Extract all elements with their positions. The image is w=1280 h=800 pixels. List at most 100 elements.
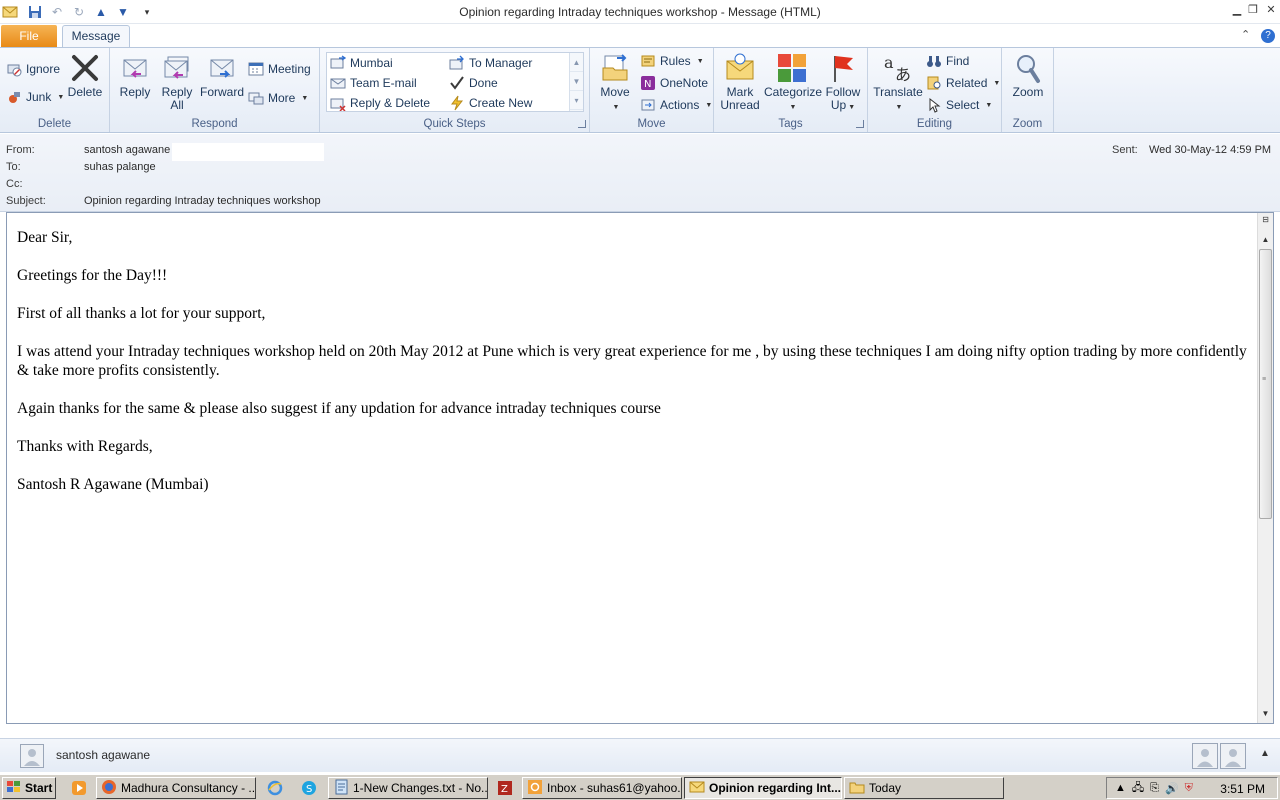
actions-icon: [640, 97, 656, 113]
expand-people-pane-icon[interactable]: ▲: [1260, 748, 1270, 759]
more-respond-button[interactable]: More ▼: [248, 89, 308, 107]
close-icon[interactable]: ✕: [1262, 2, 1280, 18]
move-button[interactable]: Move ▼: [596, 52, 634, 114]
move-group: Move ▼ Rules ▼ N OneNote Actions ▼ Move: [590, 48, 714, 132]
scroll-up-icon[interactable]: ▲: [570, 53, 583, 72]
vertical-scrollbar[interactable]: ⊟ ▲ ≡ ▼: [1257, 213, 1273, 723]
outlook-icon: [527, 779, 543, 798]
restore-icon[interactable]: ❐: [1244, 2, 1262, 18]
svg-text:a: a: [884, 53, 894, 72]
people-pane-name[interactable]: santosh agawane: [56, 748, 150, 762]
message-text: Dear Sir, Greetings for the Day!!! First…: [17, 228, 1247, 513]
filezilla-icon[interactable]: Z: [496, 779, 514, 797]
message-body[interactable]: Dear Sir, Greetings for the Day!!! First…: [6, 212, 1274, 724]
to-value[interactable]: suhas palange: [84, 161, 156, 173]
find-button[interactable]: Find: [926, 52, 969, 70]
taskbar-item-firefox[interactable]: Madhura Consultancy - ...: [96, 777, 256, 799]
network-icon[interactable]: 🖧: [1132, 779, 1144, 798]
show-hidden-icons-icon[interactable]: ▲: [1115, 782, 1126, 794]
ignore-button[interactable]: Ignore: [6, 60, 60, 78]
message-paragraph: First of all thanks a lot for your suppo…: [17, 305, 266, 322]
skype-icon[interactable]: S: [300, 779, 318, 797]
message-paragraph: Again thanks for the same & please also …: [17, 400, 661, 417]
respond-group-label: Respond: [191, 118, 238, 130]
split-handle-icon[interactable]: ⊟: [1258, 213, 1273, 227]
forward-button[interactable]: Forward: [200, 52, 244, 99]
people-thumbnail-2[interactable]: [1220, 743, 1246, 769]
quick-steps-gallery: Mumbai Team E-mail Reply & Delete To Man…: [326, 52, 584, 112]
cc-label: Cc:: [6, 178, 23, 190]
avatar[interactable]: [20, 744, 44, 768]
taskbar-item-notepad[interactable]: 1-New Changes.txt - No...: [328, 777, 488, 799]
clock[interactable]: 3:51 PM: [1220, 782, 1265, 796]
reply-all-button[interactable]: Reply All: [158, 52, 196, 112]
help-icon[interactable]: ?: [1261, 29, 1275, 43]
zoom-button[interactable]: Zoom: [1008, 52, 1048, 99]
expand-gallery-icon[interactable]: ▾: [570, 91, 583, 110]
taskbar-item-opinion-message[interactable]: Opinion regarding Int...: [684, 777, 842, 799]
editing-group: aあ Translate ▼ Find Related ▼ Select ▼ Edit…: [868, 48, 1002, 132]
taskbar: Start Madhura Consultancy - ... S 1-New …: [0, 774, 1280, 800]
translate-icon: aあ: [882, 52, 914, 84]
translate-button[interactable]: aあ Translate ▼: [872, 52, 924, 114]
checkmark-icon: [449, 75, 465, 91]
categorize-button[interactable]: Categorize ▼: [764, 52, 822, 114]
envelope-arrow-icon: [330, 55, 346, 71]
junk-button[interactable]: Junk ▼: [6, 88, 64, 106]
start-button[interactable]: Start: [2, 777, 56, 799]
binoculars-icon: [926, 53, 942, 69]
security-icon[interactable]: ⛨: [1185, 782, 1193, 795]
collapse-ribbon-icon[interactable]: ⌃: [1241, 28, 1250, 41]
quick-step-create-new[interactable]: Create New: [449, 94, 532, 112]
taskbar-item-today[interactable]: Today: [844, 777, 1004, 799]
tab-file[interactable]: File: [1, 25, 57, 47]
delete-group: Ignore Junk ▼ Delete Delete: [0, 48, 110, 132]
quick-step-team-email[interactable]: Team E-mail: [330, 74, 417, 92]
taskbar-item-inbox[interactable]: Inbox - suhas61@yahoo....: [522, 777, 682, 799]
safely-remove-icon[interactable]: ⎘: [1150, 782, 1159, 795]
svg-text:Z: Z: [501, 784, 508, 795]
quick-steps-scroll[interactable]: ▲ ▼ ▾: [569, 53, 583, 111]
windows-logo-icon: [6, 780, 22, 797]
svg-text:N: N: [644, 79, 651, 90]
from-value[interactable]: santosh agawane: [84, 144, 170, 156]
quick-step-to-manager[interactable]: To Manager: [449, 54, 532, 72]
scroll-up-arrow-icon[interactable]: ▲: [1258, 233, 1273, 247]
onenote-button[interactable]: N OneNote: [640, 74, 708, 92]
related-button[interactable]: Related ▼: [926, 74, 1000, 92]
delete-group-label: Delete: [37, 118, 72, 130]
follow-up-button[interactable]: Follow Up ▼: [822, 52, 864, 114]
mark-unread-icon: [724, 52, 756, 84]
quick-step-mumbai[interactable]: Mumbai: [330, 54, 393, 72]
svg-text:あ: あ: [895, 65, 911, 84]
internet-explorer-icon[interactable]: [266, 779, 284, 797]
magnifier-icon: [1012, 52, 1044, 84]
people-thumbnail-1[interactable]: [1192, 743, 1218, 769]
svg-text:S: S: [306, 784, 312, 795]
scroll-down-arrow-icon[interactable]: ▼: [1258, 707, 1273, 721]
delete-button[interactable]: Delete: [66, 52, 104, 99]
message-paragraph: Dear Sir,: [17, 229, 73, 246]
tab-message[interactable]: Message: [62, 25, 130, 48]
reply-icon: [119, 52, 151, 84]
quick-step-done[interactable]: Done: [449, 74, 498, 92]
redacted-address: [172, 143, 324, 161]
rules-button[interactable]: Rules ▼: [640, 52, 704, 70]
scroll-thumb[interactable]: ≡: [1259, 249, 1272, 519]
scroll-down-icon[interactable]: ▼: [570, 72, 583, 91]
meeting-button[interactable]: Meeting: [248, 60, 311, 78]
mark-unread-button[interactable]: Mark Unread: [718, 52, 762, 112]
delete-x-icon: [69, 52, 101, 84]
reply-button[interactable]: Reply: [116, 52, 154, 99]
actions-button[interactable]: Actions ▼: [640, 96, 712, 114]
tags-group-label: Tags: [778, 118, 803, 130]
select-button[interactable]: Select ▼: [926, 96, 992, 114]
quick-step-reply-delete[interactable]: Reply & Delete: [330, 94, 430, 112]
quick-steps-group-label: Quick Steps: [423, 118, 486, 130]
people-pane: santosh agawane ▲: [0, 738, 1280, 772]
related-icon: [926, 75, 942, 91]
volume-icon[interactable]: 🔊: [1165, 782, 1179, 795]
media-player-icon[interactable]: [70, 779, 88, 797]
subject-label: Subject:: [6, 195, 46, 207]
tags-group: Mark Unread Categorize ▼ Follow Up ▼ Tags: [714, 48, 868, 132]
